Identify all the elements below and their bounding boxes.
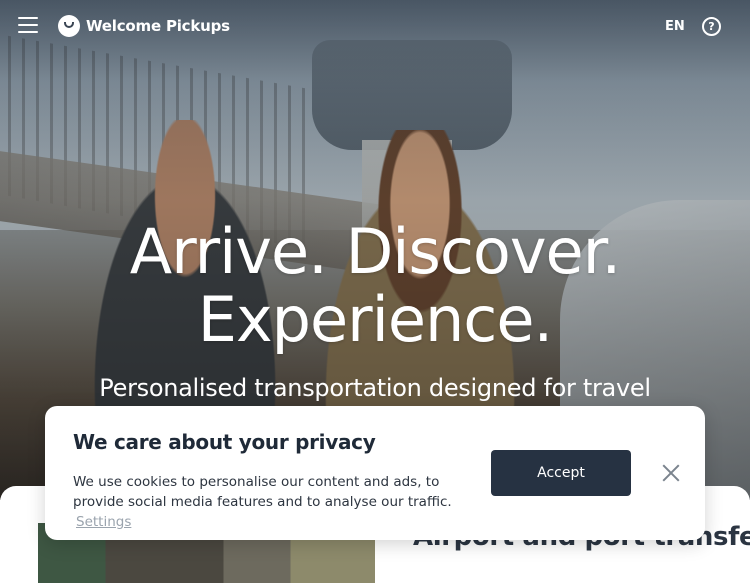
language-selector[interactable]: EN: [665, 19, 685, 34]
brand-logo[interactable]: Welcome Pickups: [58, 15, 230, 37]
privacy-description: We use cookies to personalise our conten…: [73, 472, 473, 532]
close-icon[interactable]: [660, 462, 682, 484]
privacy-dialog: We care about your privacy We use cookie…: [45, 406, 705, 540]
hero-headline-line-2: Experience.: [197, 283, 553, 356]
hero-headline-line-1: Arrive. Discover.: [129, 215, 621, 288]
brand-name: Welcome Pickups: [86, 17, 230, 35]
top-navigation: Welcome Pickups EN ?: [0, 0, 750, 54]
question-circle-icon[interactable]: ?: [702, 17, 721, 36]
settings-link[interactable]: Settings: [76, 514, 131, 530]
hero-headline: Arrive. Discover. Experience.: [0, 218, 750, 354]
hamburger-icon[interactable]: [18, 17, 38, 35]
privacy-text: We use cookies to personalise our conten…: [73, 474, 452, 510]
hero-subheadline: Personalised transportation designed for…: [99, 374, 651, 402]
accept-button[interactable]: Accept: [491, 450, 631, 496]
welcome-pickups-logo-icon: [58, 15, 80, 37]
privacy-title: We care about your privacy: [73, 430, 376, 454]
